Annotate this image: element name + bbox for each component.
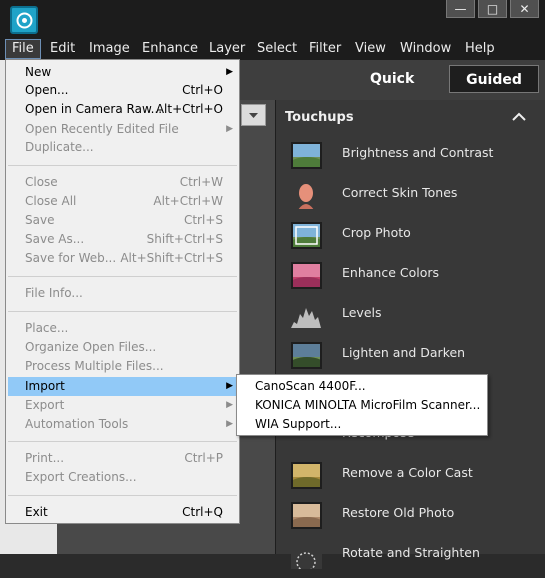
chevron-down-icon (249, 113, 258, 118)
levels-histogram-icon (291, 302, 322, 329)
touchup-correct-skin-tones[interactable]: Correct Skin Tones (276, 178, 545, 218)
tab-quick[interactable]: Quick (370, 71, 414, 87)
touchup-enhance-colors[interactable]: Enhance Colors (276, 258, 545, 298)
menu-window[interactable]: Window (394, 39, 457, 59)
touchup-levels[interactable]: Levels (276, 298, 545, 338)
menu-item-close[interactable]: Close Ctrl+W (6, 173, 239, 192)
menu-edit[interactable]: Edit (44, 39, 81, 59)
lighten-darken-thumbnail-icon (291, 342, 322, 369)
chevron-up-icon[interactable] (512, 108, 526, 126)
menu-item-new[interactable]: New ▶ (6, 63, 239, 82)
menu-item-open[interactable]: Open... Ctrl+O (6, 81, 239, 100)
menu-separator (8, 495, 237, 496)
menu-bar: File Edit Image Enhance Layer Select Fil… (0, 38, 545, 60)
menu-item-open-camera-raw[interactable]: Open in Camera Raw... Alt+Ctrl+O (6, 100, 239, 119)
menu-item-print[interactable]: Print... Ctrl+P (6, 449, 239, 468)
menu-item-exit[interactable]: Exit Ctrl+Q (6, 503, 239, 522)
menu-item-save-for-web[interactable]: Save for Web... Alt+Shift+Ctrl+S (6, 249, 239, 268)
menu-image[interactable]: Image (83, 39, 136, 59)
rotate-icon (291, 542, 322, 569)
touchup-remove-color-cast[interactable]: Remove a Color Cast (276, 458, 545, 498)
menu-item-open-recent[interactable]: Open Recently Edited File ▶ (6, 120, 239, 139)
import-submenu: CanoScan 4400F... KONICA MINOLTA MicroFi… (236, 374, 488, 436)
view-dropdown[interactable] (241, 104, 266, 126)
menu-item-close-all[interactable]: Close All Alt+Ctrl+W (6, 192, 239, 211)
menu-item-save[interactable]: Save Ctrl+S (6, 211, 239, 230)
touchup-lighten-darken[interactable]: Lighten and Darken (276, 338, 545, 378)
import-canoscan[interactable]: CanoScan 4400F... (255, 377, 366, 396)
close-button[interactable]: ✕ (510, 0, 539, 18)
touchup-label: Levels (342, 305, 382, 320)
minimize-button[interactable]: — (446, 0, 475, 18)
menu-item-duplicate[interactable]: Duplicate... (6, 138, 239, 157)
menu-item-file-info[interactable]: File Info... (6, 284, 239, 303)
menu-item-organize-open-files[interactable]: Organize Open Files... (6, 338, 239, 357)
touchup-restore-old-photo[interactable]: Restore Old Photo (276, 498, 545, 538)
touchup-label: Restore Old Photo (342, 505, 455, 520)
file-menu: New ▶ Open... Ctrl+O Open in Camera Raw...… (5, 59, 240, 524)
import-wia-support[interactable]: WIA Support... (255, 415, 341, 434)
touchup-rotate-straighten[interactable]: Rotate and Straighten (276, 538, 545, 578)
submenu-arrow-icon: ▶ (226, 124, 233, 134)
submenu-arrow-icon: ▶ (226, 381, 233, 391)
touchup-label: Rotate and Straighten (342, 545, 480, 560)
menu-item-export-creations[interactable]: Export Creations... (6, 468, 239, 487)
menu-separator (8, 311, 237, 312)
menu-item-automation-tools[interactable]: Automation Tools ▶ (6, 415, 239, 434)
menu-item-place[interactable]: Place... (6, 319, 239, 338)
enhance-colors-thumbnail-icon (291, 262, 322, 289)
touchup-label: Enhance Colors (342, 265, 440, 280)
menu-separator (8, 165, 237, 166)
menu-enhance[interactable]: Enhance (136, 39, 204, 59)
menu-separator (8, 441, 237, 442)
title-bar: — □ ✕ (0, 0, 545, 38)
menu-separator (8, 276, 237, 277)
import-konica-minolta[interactable]: KONICA MINOLTA MicroFilm Scanner... (255, 396, 480, 415)
menu-layer[interactable]: Layer (203, 39, 251, 59)
touchup-label: Crop Photo (342, 225, 411, 240)
menu-item-save-as[interactable]: Save As... Shift+Ctrl+S (6, 230, 239, 249)
menu-help[interactable]: Help (459, 39, 501, 59)
touchup-label: Correct Skin Tones (342, 185, 458, 200)
menu-filter[interactable]: Filter (303, 39, 347, 59)
menu-item-export[interactable]: Export ▶ (6, 396, 239, 415)
menu-item-process-multiple-files[interactable]: Process Multiple Files... (6, 357, 239, 376)
mode-bar: Quick Guided (240, 60, 545, 100)
skin-tone-icon (291, 182, 322, 209)
touchup-label: Lighten and Darken (342, 345, 466, 360)
touchups-panel: Touchups Brightness and Contrast Correct… (275, 100, 545, 569)
menu-file[interactable]: File (5, 39, 41, 59)
old-photo-thumbnail-icon (291, 502, 322, 529)
app-logo-icon (10, 6, 38, 34)
panel-title: Touchups (285, 110, 354, 125)
menu-item-import[interactable]: Import ▶ (8, 377, 237, 396)
menu-view[interactable]: View (349, 39, 392, 59)
touchup-label: Remove a Color Cast (342, 465, 473, 480)
brightness-thumbnail-icon (291, 142, 322, 169)
submenu-arrow-icon: ▶ (226, 400, 233, 410)
submenu-arrow-icon: ▶ (226, 67, 233, 77)
tab-guided[interactable]: Guided (449, 65, 539, 93)
submenu-arrow-icon: ▶ (226, 419, 233, 429)
color-cast-thumbnail-icon (291, 462, 322, 489)
restore-button[interactable]: □ (478, 0, 507, 18)
touchup-label: Brightness and Contrast (342, 145, 494, 160)
menu-select[interactable]: Select (251, 39, 303, 59)
crop-thumbnail-icon (291, 222, 322, 249)
touchup-crop-photo[interactable]: Crop Photo (276, 218, 545, 258)
touchup-brightness-contrast[interactable]: Brightness and Contrast (276, 138, 545, 178)
